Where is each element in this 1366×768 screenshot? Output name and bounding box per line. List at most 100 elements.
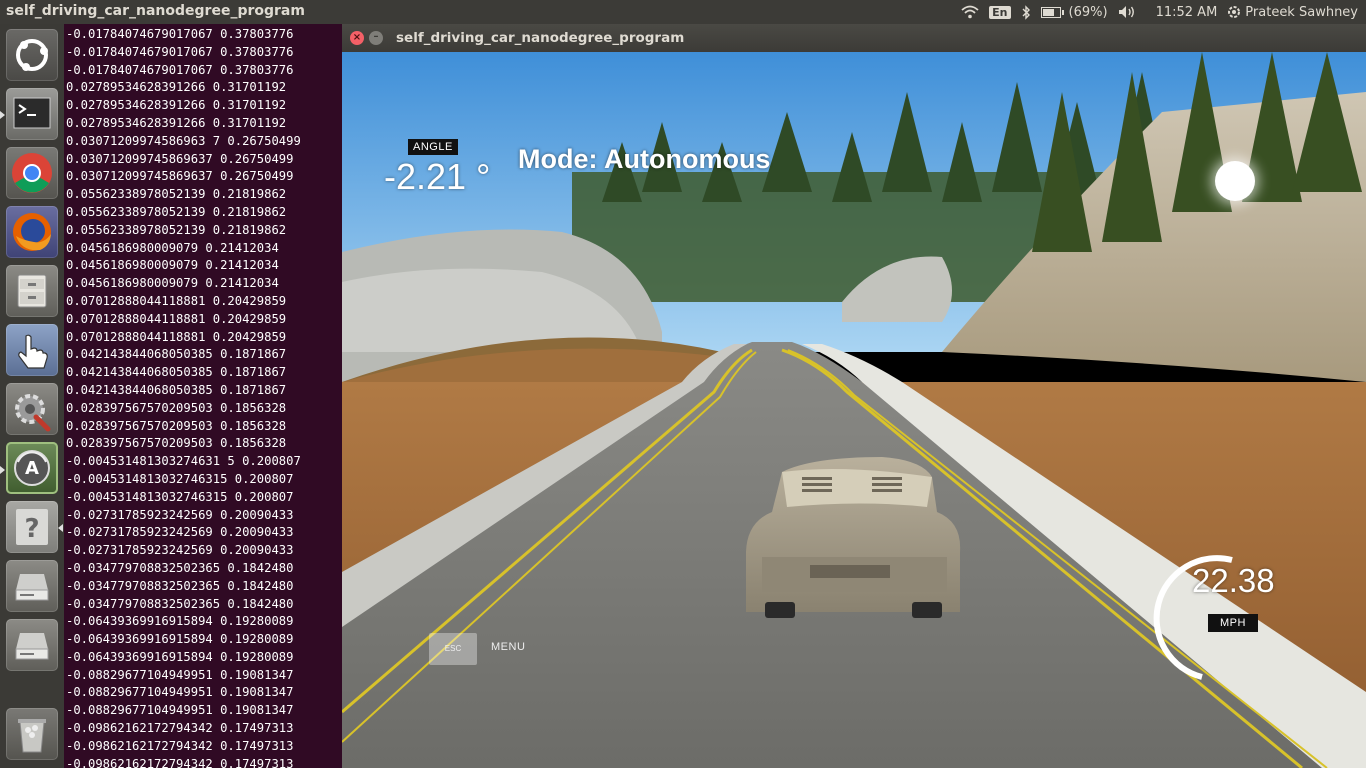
close-button[interactable]: ×: [350, 31, 364, 45]
terminal-line: -0.004531481303274631 5 0.200807: [66, 454, 301, 469]
terminal-line: -0.06439369916915894 0.19280089: [66, 632, 294, 647]
terminal-line: 0.02789534628391266 0.31701192: [66, 98, 287, 113]
bluetooth-icon: [1022, 4, 1030, 20]
window-title: self_driving_car_nanodegree_program: [396, 30, 685, 46]
file-cabinet-icon: [17, 274, 47, 308]
minimize-button[interactable]: –: [369, 31, 383, 45]
unity-launcher: A ?: [0, 24, 65, 768]
terminal-line: 0.07012888044118881 0.20429859: [66, 311, 287, 326]
terminal-line: 0.02789534628391266 0.31701192: [66, 80, 287, 95]
terminal-line: -0.09862162172794342 0.17497313: [66, 756, 294, 768]
terminal-output: -0.01784074679017067 0.37803776 -0.01784…: [64, 24, 342, 768]
battery-icon: [1040, 6, 1064, 18]
speed-value: 22.38: [1192, 562, 1275, 599]
active-arrow-icon: [0, 111, 5, 119]
terminal-line: -0.06439369916915894 0.19280089: [66, 614, 294, 629]
clock[interactable]: 11:52 AM: [1156, 5, 1218, 20]
terminal-line: 0.028397567570209503 0.1856328: [66, 400, 287, 415]
terminal-line: 0.042143844068050385 0.1871867: [66, 347, 287, 362]
svg-text:A: A: [25, 458, 39, 479]
terminal-line: 0.028397567570209503 0.1856328: [66, 436, 287, 451]
trash-icon: [18, 719, 46, 753]
terminal-line: -0.01784074679017067 0.37803776: [66, 62, 294, 77]
terminal-line: 0.0456186980009079 0.21412034: [66, 276, 279, 291]
terminal-icon: [13, 97, 51, 129]
software-updater-icon: A: [14, 450, 50, 486]
terminal-line: -0.034779708832502365 0.1842480: [66, 578, 294, 593]
terminal-line: -0.08829677104949951 0.19081347: [66, 703, 294, 718]
terminal-line: 0.05562338978052139 0.21819862: [66, 222, 287, 237]
keyboard-layout-badge: En: [989, 5, 1011, 19]
driving-scene: [342, 52, 1366, 768]
launcher-trash[interactable]: [6, 708, 58, 760]
angle-label: ANGLE: [408, 139, 458, 155]
sound-indicator[interactable]: [1118, 5, 1136, 19]
launcher-chrome[interactable]: [6, 147, 58, 199]
speed-unit-label: MPH: [1208, 614, 1258, 632]
keyboard-indicator[interactable]: En: [989, 5, 1011, 19]
terminal-line: -0.08829677104949951 0.19081347: [66, 685, 294, 700]
terminal-line: -0.06439369916915894 0.19280089: [66, 649, 294, 664]
terminal-line: 0.05562338978052139 0.21819862: [66, 204, 287, 219]
active-arrow-icon: [58, 524, 63, 532]
power-gear-icon: [1228, 6, 1241, 18]
launcher-touch-settings[interactable]: [6, 324, 58, 376]
terminal-line: -0.01784074679017067 0.37803776: [66, 27, 294, 41]
wifi-icon: [961, 5, 979, 19]
terminal-line: 0.02789534628391266 0.31701192: [66, 115, 287, 130]
ubuntu-logo-icon: [16, 39, 48, 71]
terminal-line: 0.0456186980009079 0.21412034: [66, 258, 279, 273]
terminal-line: -0.02731785923242569 0.20090433: [66, 525, 294, 540]
user-name: Prateek Sawhney: [1245, 4, 1358, 20]
terminal-line: -0.0045314813032746315 0.200807: [66, 489, 294, 504]
chrome-icon: [12, 153, 52, 193]
launcher-terminal[interactable]: [6, 88, 58, 140]
angle-value: -2.21 °: [384, 156, 491, 197]
launcher-help[interactable]: ?: [6, 501, 58, 553]
battery-level-fill: [1042, 8, 1054, 16]
simulator-titlebar[interactable]: × – self_driving_car_nanodegree_program: [342, 24, 1366, 52]
terminal-line: 0.0456186980009079 0.21412034: [66, 240, 279, 255]
mode-text: Mode: Autonomous: [518, 144, 771, 174]
launcher-software-updater[interactable]: A: [6, 442, 58, 494]
terminal-line: 0.07012888044118881 0.20429859: [66, 329, 287, 344]
hard-drive-icon: [15, 574, 49, 601]
active-app-title: self_driving_car_nanodegree_program: [6, 3, 305, 19]
user-menu[interactable]: Prateek Sawhney: [1227, 5, 1358, 20]
bluetooth-indicator[interactable]: [1021, 4, 1031, 20]
terminal-line: 0.05562338978052139 0.21819862: [66, 187, 287, 202]
launcher-drive-1[interactable]: [6, 560, 58, 612]
terminal-window[interactable]: -0.01784074679017067 0.37803776 -0.01784…: [64, 24, 342, 768]
launcher-system-settings[interactable]: [6, 383, 58, 435]
launcher-firefox[interactable]: [6, 206, 58, 258]
simulator-window[interactable]: × – self_driving_car_nanodegree_program: [342, 24, 1366, 768]
terminal-line: 0.030712099745869637 0.26750499: [66, 169, 294, 184]
settings-wrench-icon: [15, 394, 51, 432]
terminal-line: 0.03071209974586963 7 0.26750499: [66, 133, 301, 148]
terminal-line: -0.09862162172794342 0.17497313: [66, 738, 294, 753]
battery-percentage: (69%): [1068, 4, 1108, 20]
active-arrow-icon: [0, 466, 5, 474]
top-panel: self_driving_car_nanodegree_program En (…: [0, 0, 1366, 24]
help-question-icon: ?: [16, 509, 48, 545]
wifi-indicator[interactable]: [961, 5, 979, 19]
terminal-line: -0.02731785923242569 0.20090433: [66, 543, 294, 558]
esc-key-button[interactable]: ESC: [429, 633, 477, 665]
hard-drive-icon: [15, 633, 49, 660]
menu-label: MENU: [491, 641, 526, 653]
launcher-ubuntu-dash[interactable]: [6, 29, 58, 81]
svg-text:?: ?: [24, 514, 39, 544]
terminal-line: -0.02731785923242569 0.20090433: [66, 507, 294, 522]
terminal-line: -0.08829677104949951 0.19081347: [66, 667, 294, 682]
terminal-line: 0.042143844068050385 0.1871867: [66, 365, 287, 380]
hand-pointer-icon: [18, 334, 48, 369]
launcher-files[interactable]: [6, 265, 58, 317]
terminal-line: 0.042143844068050385 0.1871867: [66, 382, 287, 397]
terminal-line: 0.028397567570209503 0.1856328: [66, 418, 287, 433]
launcher-drive-2[interactable]: [6, 619, 58, 671]
battery-indicator[interactable]: (69%): [1040, 4, 1108, 20]
terminal-line: 0.030712099745869637 0.26750499: [66, 151, 294, 166]
terminal-line: -0.034779708832502365 0.1842480: [66, 560, 294, 575]
sun-icon: [1215, 161, 1255, 201]
terminal-line: -0.01784074679017067 0.37803776: [66, 44, 294, 59]
